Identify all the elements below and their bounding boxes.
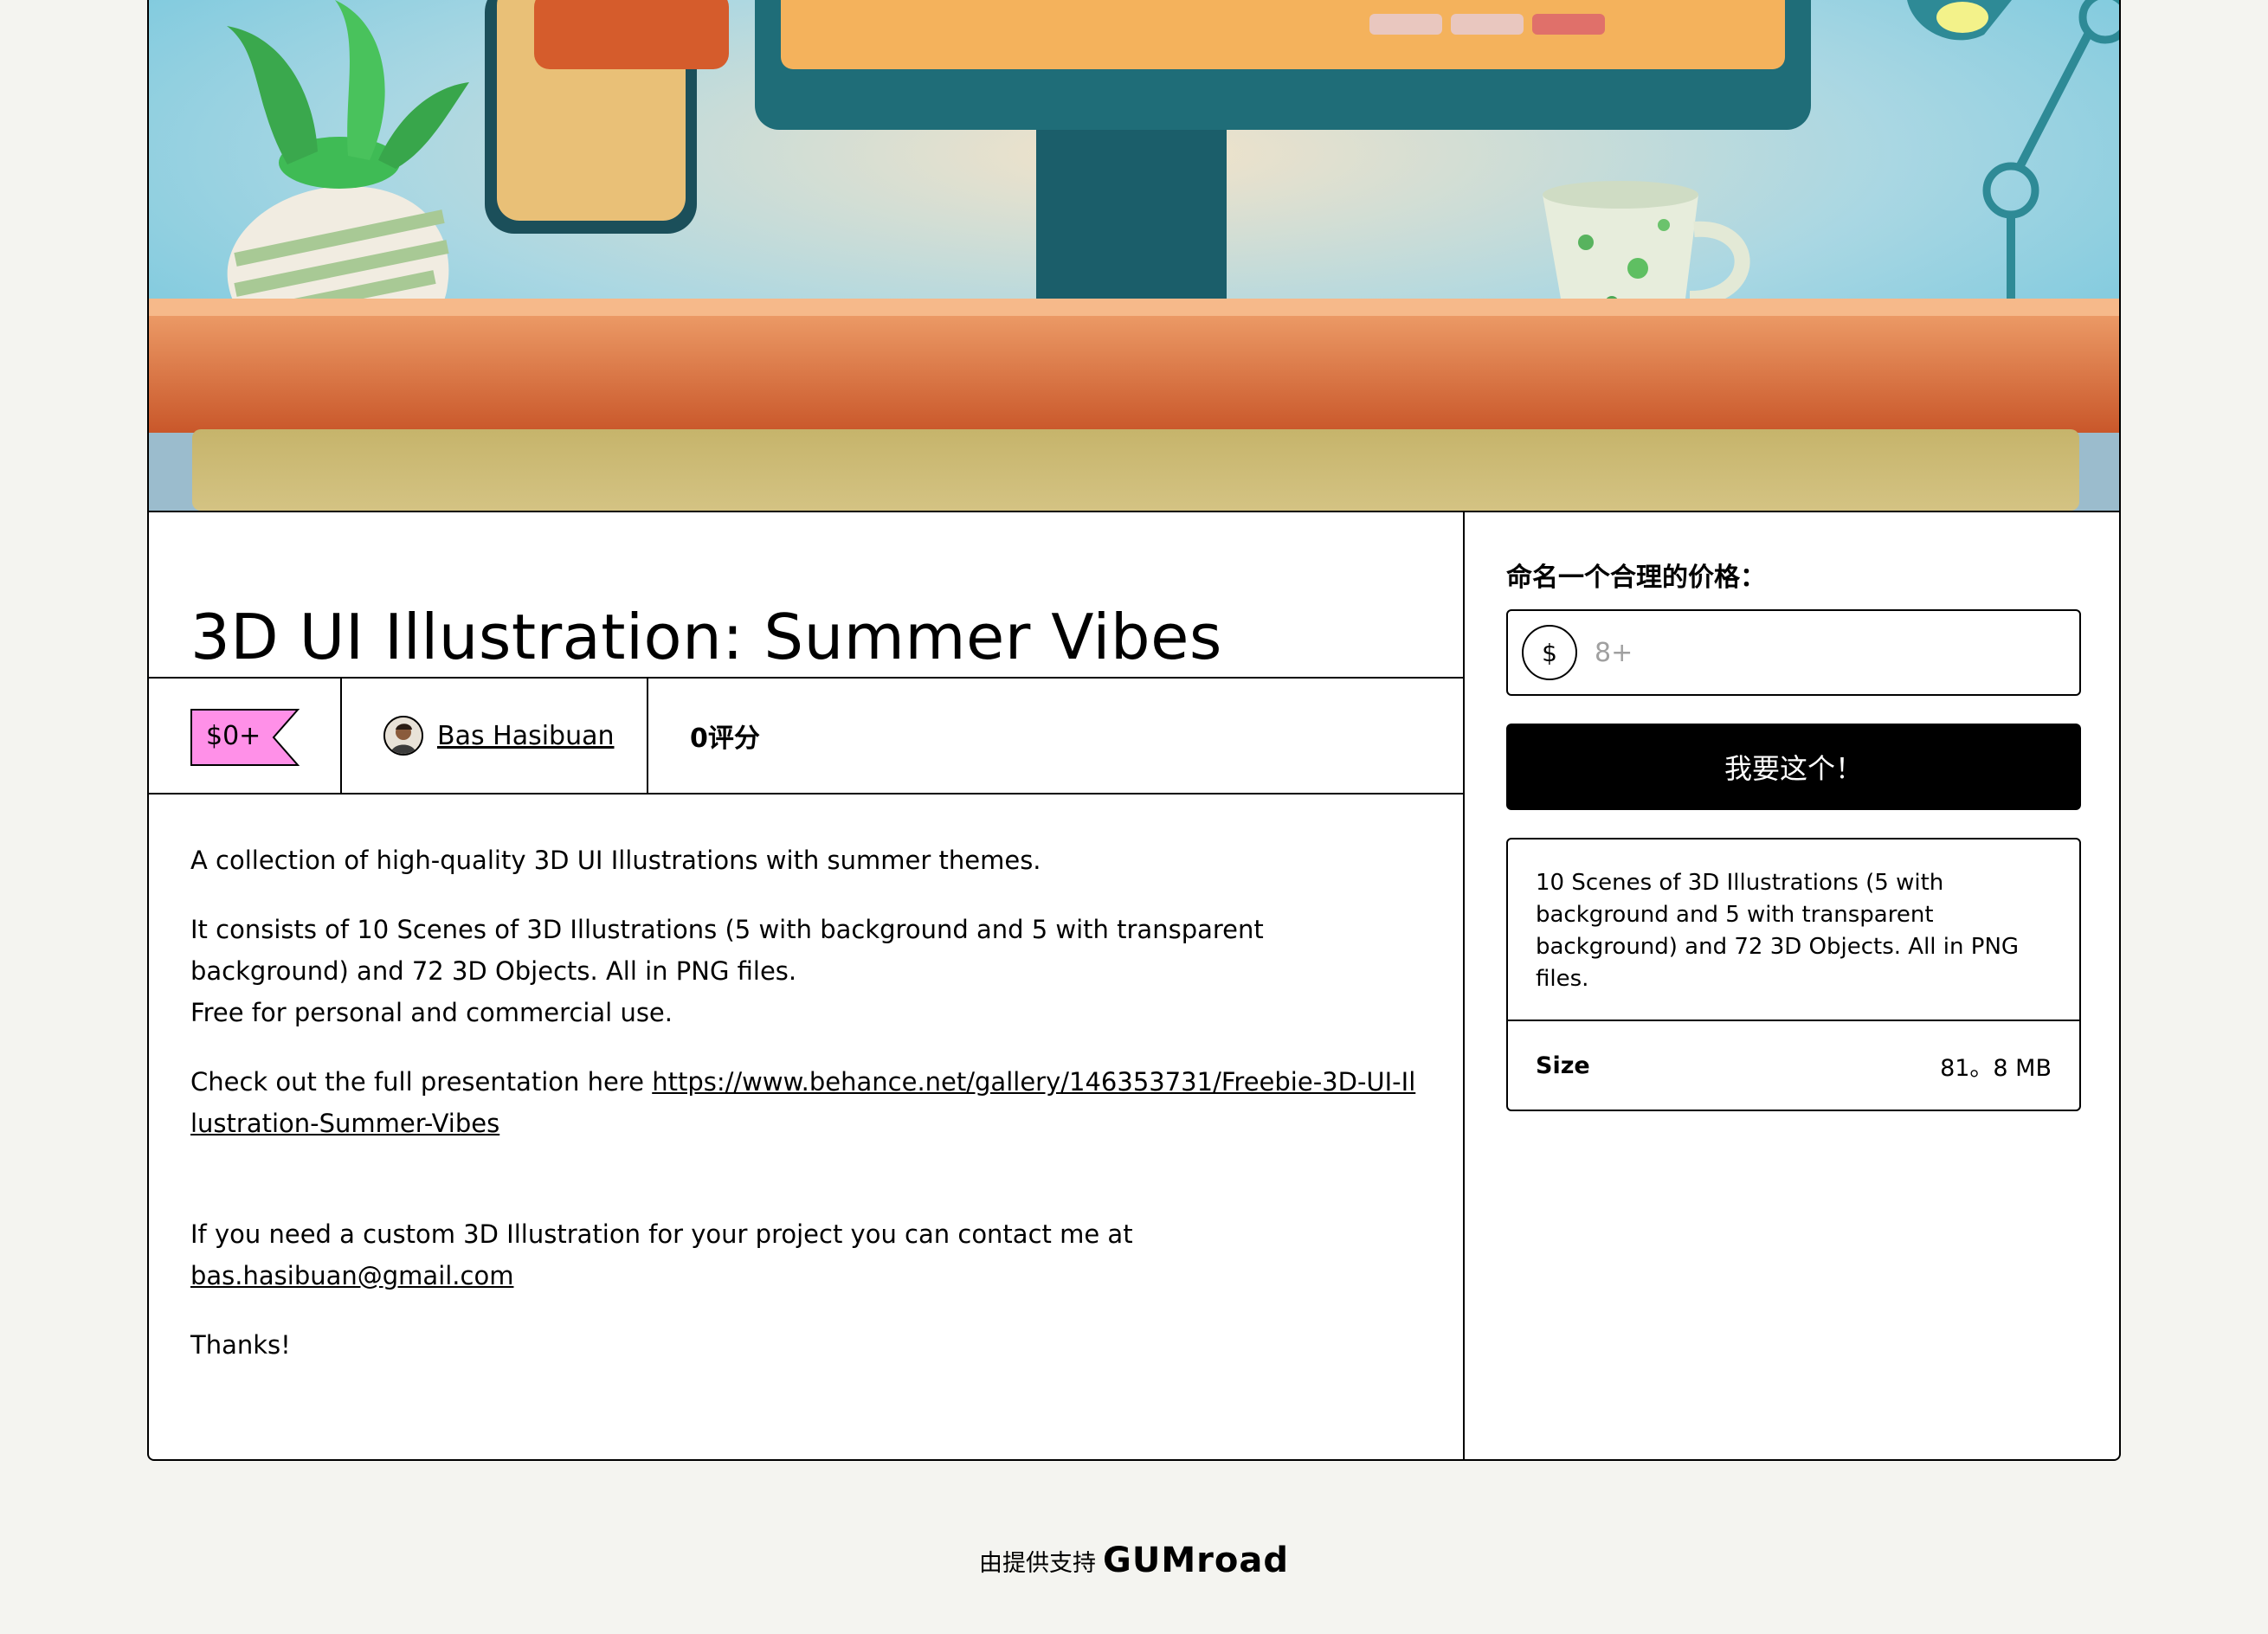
product-info-box: 10 Scenes of 3D Illustrations (5 with ba… xyxy=(1506,838,2081,1111)
author-avatar[interactable] xyxy=(383,716,423,756)
description-thanks: Thanks! xyxy=(190,1330,291,1360)
product-details: 3D UI Illustration: Summer Vibes $0+ Bas… xyxy=(149,512,1465,1459)
product-summary: 10 Scenes of 3D Illustrations (5 with ba… xyxy=(1508,840,2079,1021)
description-license: Free for personal and commercial use. xyxy=(190,998,673,1027)
price-input[interactable] xyxy=(1593,636,2029,669)
title-section: 3D UI Illustration: Summer Vibes xyxy=(149,512,1463,679)
description-contact: If you need a custom 3D Illustration for… xyxy=(190,1213,1421,1296)
product-title: 3D UI Illustration: Summer Vibes xyxy=(190,601,1222,674)
author-link[interactable]: Bas Hasibuan xyxy=(437,721,615,751)
product-meta: $0+ Bas Hasibuan 0评分 xyxy=(149,679,1463,794)
gumroad-logo[interactable]: GUMroad xyxy=(1103,1541,1289,1580)
powered-by-text: 由提供支持 xyxy=(979,1549,1097,1577)
purchase-panel: 命名一个合理的价格： $ 我要这个！ 10 Scenes of 3D Illus… xyxy=(1465,512,2119,1459)
price-tag-label: $0+ xyxy=(206,720,261,751)
email-link[interactable]: bas.hasibuan@gmail.com xyxy=(190,1261,513,1290)
buy-button[interactable]: 我要这个！ xyxy=(1506,724,2081,810)
currency-symbol: $ xyxy=(1522,625,1577,680)
price-tag: $0+ xyxy=(190,709,300,766)
description-intro: A collection of high-quality 3D UI Illus… xyxy=(190,846,1041,875)
product-card: 3D UI Illustration: Summer Vibes $0+ Bas… xyxy=(147,0,2121,1461)
author-cell: Bas Hasibuan xyxy=(342,679,648,793)
size-label: Size xyxy=(1536,1052,1590,1079)
description-presentation: Check out the full presentation here htt… xyxy=(190,1061,1421,1144)
size-value: 81。8 MB xyxy=(1940,1054,2052,1082)
size-row: Size 81。8 MB xyxy=(1508,1021,2079,1110)
price-cell: $0+ xyxy=(149,679,342,793)
price-input-wrapper[interactable]: $ xyxy=(1506,609,2081,696)
ratings-count: 0评分 xyxy=(690,724,760,754)
contact-text: If you need a custom 3D Illustration for… xyxy=(190,1219,1133,1249)
presentation-text: Check out the full presentation here xyxy=(190,1067,653,1097)
product-cover-image xyxy=(149,0,2119,512)
description-contents: It consists of 10 Scenes of 3D Illustrat… xyxy=(190,909,1421,1033)
description-contents-text: It consists of 10 Scenes of 3D Illustrat… xyxy=(190,915,1264,986)
footer: 由提供支持 GUMroad xyxy=(0,1541,2268,1580)
product-description: A collection of high-quality 3D UI Illus… xyxy=(149,794,1463,1366)
price-label: 命名一个合理的价格： xyxy=(1506,563,1766,593)
